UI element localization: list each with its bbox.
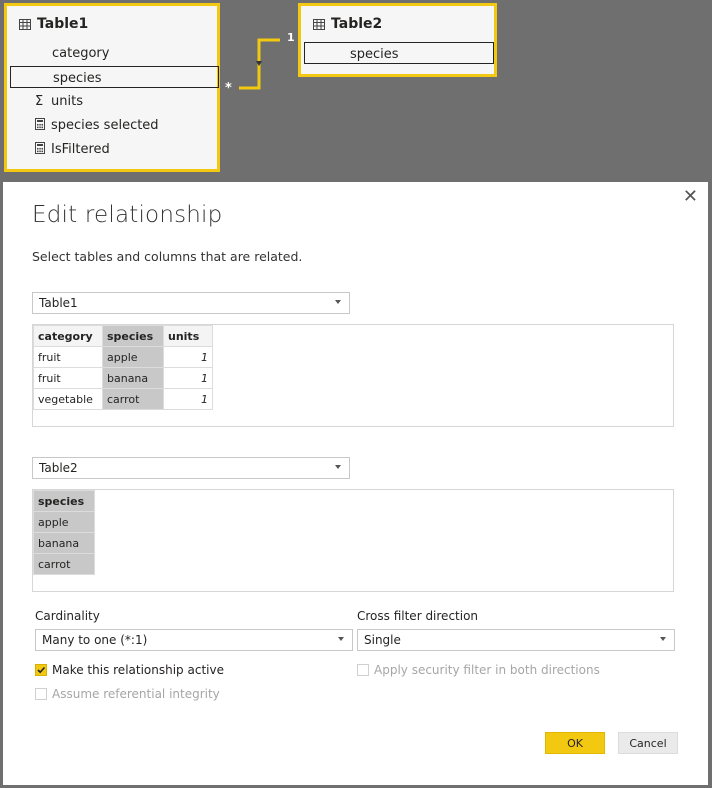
table-cell: 1 [163,367,213,389]
table1-field-category[interactable]: category [52,46,109,61]
table-cell: fruit [33,367,103,389]
field-label: IsFiltered [51,142,110,157]
table-row: banana [33,532,95,554]
referential-integrity-checkbox[interactable] [35,688,47,700]
table1-field-species-selected[interactable]: species selected [35,118,159,133]
table-row: vegetable carrot 1 [33,388,213,410]
table-cell: 1 [163,346,213,368]
table2-title: Table2 [331,16,383,32]
make-active-checkbox[interactable] [35,664,47,676]
table1-select-value: Table1 [39,296,78,310]
ok-button[interactable]: OK [545,732,605,754]
close-icon[interactable]: ✕ [683,188,698,206]
table2-preview-grid: species apple banana carrot [33,490,95,575]
chevron-down-icon [660,637,666,641]
table-cell: apple [33,511,95,533]
table-cell: carrot [102,388,164,410]
security-filter-label[interactable]: Apply security filter in both directions [374,663,600,677]
relationship-many-marker: * [225,81,232,96]
checkmark-icon [37,666,46,674]
table-cell: 1 [163,388,213,410]
column-header-species[interactable]: species [33,490,95,512]
cardinality-label: Cardinality [35,609,100,623]
table-cell: vegetable [33,388,103,410]
table1-field-isfiltered[interactable]: IsFiltered [35,142,110,157]
field-label: species [53,71,102,86]
referential-integrity-label[interactable]: Assume referential integrity [52,687,220,701]
table1-title: Table1 [37,16,89,32]
table-row: carrot [33,553,95,575]
sigma-icon: Σ [35,94,44,109]
chevron-down-icon [335,465,341,469]
field-label: category [52,46,110,61]
table-cell: fruit [33,346,103,368]
table2-field-species[interactable]: species [304,42,494,64]
cancel-button[interactable]: Cancel [618,732,678,754]
field-label: species [350,47,399,62]
table-cell: apple [102,346,164,368]
table2-preview[interactable]: species apple banana carrot [32,489,674,592]
table2-card[interactable]: Table2 species [298,3,497,77]
column-header-units[interactable]: units [163,325,213,347]
calculator-icon [35,118,45,130]
dialog-title: Edit relationship [32,202,223,228]
table-row: fruit banana 1 [33,367,213,389]
table1-field-species[interactable]: species [10,66,219,88]
cross-filter-label: Cross filter direction [357,609,479,623]
table-row: fruit apple 1 [33,346,213,368]
table-icon [19,19,31,30]
table1-field-units[interactable]: Σunits [35,94,83,109]
security-filter-checkbox[interactable] [357,664,369,676]
field-label: species selected [51,118,159,133]
calculator-icon [35,142,45,154]
dialog-subtitle: Select tables and columns that are relat… [32,249,303,264]
table-row: apple [33,511,95,533]
table-cell: banana [102,367,164,389]
cardinality-select[interactable]: Many to one (*:1) [35,629,353,651]
chevron-down-icon [338,637,344,641]
table-icon [313,19,325,30]
column-header-species[interactable]: species [102,325,164,347]
table1-preview[interactable]: category species units fruit apple 1 fru… [32,324,674,427]
chevron-down-icon [335,300,341,304]
cross-filter-select-value: Single [364,633,401,647]
field-label: units [51,94,83,109]
table1-card[interactable]: Table1 category species Σunits species s… [4,3,220,172]
relationship-one-marker: 1 [287,31,295,44]
cross-filter-select[interactable]: Single [357,629,675,651]
table-cell: carrot [33,553,95,575]
table2-select-value: Table2 [39,461,78,475]
cardinality-select-value: Many to one (*:1) [42,633,148,647]
table-cell: banana [33,532,95,554]
column-header-category[interactable]: category [33,325,103,347]
make-active-label[interactable]: Make this relationship active [52,663,224,677]
table1-select[interactable]: Table1 [32,292,350,314]
table1-preview-grid: category species units fruit apple 1 fru… [33,325,213,410]
edit-relationship-dialog: ✕ Edit relationship Select tables and co… [3,182,708,785]
table2-select[interactable]: Table2 [32,457,350,479]
